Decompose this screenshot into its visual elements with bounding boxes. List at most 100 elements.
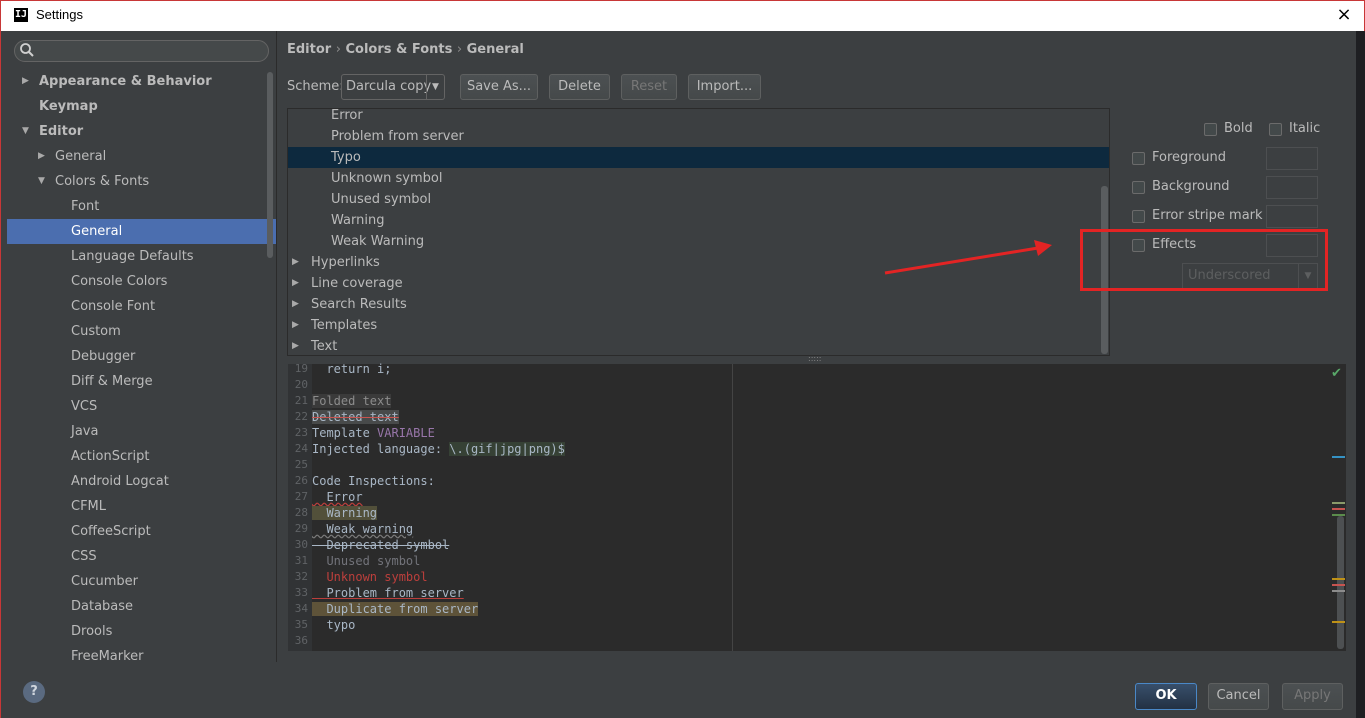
attribute-item[interactable]: ▶ Text: [288, 336, 1109, 355]
save-as-button[interactable]: Save As...: [460, 74, 538, 100]
sidebar-item[interactable]: Cucumber: [7, 569, 276, 594]
sidebar-item[interactable]: Language Defaults: [7, 244, 276, 269]
attribute-item[interactable]: Problem from server: [288, 126, 1109, 147]
sidebar-item[interactable]: Font: [7, 194, 276, 219]
sidebar-item-label: General: [71, 224, 123, 239]
code-line: Injected language: \.(gif|jpg|png)$: [312, 441, 565, 457]
background-label: Background: [1152, 179, 1230, 194]
foreground-color-swatch[interactable]: [1266, 147, 1318, 170]
sidebar-item[interactable]: ▼ Colors & Fonts: [7, 169, 276, 194]
expand-arrow-down-icon[interactable]: ▼: [22, 119, 29, 144]
sidebar-item[interactable]: CFML: [7, 494, 276, 519]
breadcrumb-colors-fonts: Colors & Fonts: [345, 42, 453, 57]
expand-arrow-right-icon[interactable]: ▶: [292, 273, 299, 294]
attribute-item[interactable]: Typo: [288, 147, 1109, 168]
apply-button[interactable]: Apply: [1282, 683, 1343, 710]
close-button[interactable]: ×: [1334, 5, 1354, 25]
stripe-mark[interactable]: [1332, 578, 1345, 580]
sidebar-item[interactable]: ▶ General: [7, 144, 276, 169]
sidebar-item-label: Debugger: [71, 349, 136, 364]
line-number: 20: [294, 378, 308, 391]
code-line: Problem from server: [312, 585, 463, 601]
code-line: Deprecated symbol: [312, 537, 449, 553]
sidebar-item-label: Console Colors: [71, 274, 168, 289]
sidebar-scrollbar[interactable]: [267, 72, 273, 258]
sidebar-item-label: Diff & Merge: [71, 374, 153, 389]
sidebar-item[interactable]: Keymap: [7, 94, 276, 119]
sidebar-item[interactable]: FreeMarker: [7, 644, 276, 662]
code-line: Code Inspections:: [312, 473, 435, 489]
stripe-mark[interactable]: [1332, 621, 1345, 623]
cancel-button[interactable]: Cancel: [1208, 683, 1269, 710]
attribute-item[interactable]: Unused symbol: [288, 189, 1109, 210]
sidebar-item[interactable]: Database: [7, 594, 276, 619]
sidebar-item[interactable]: ▼ Editor: [7, 119, 276, 144]
attribute-item[interactable]: Warning: [288, 210, 1109, 231]
sidebar-item[interactable]: ActionScript: [7, 444, 276, 469]
code-text: return i;: [312, 362, 392, 376]
annotation-highlight-box: [1080, 229, 1328, 291]
error-stripe-color-swatch[interactable]: [1266, 205, 1318, 228]
line-number: 30: [294, 538, 308, 551]
sidebar-item[interactable]: Android Logcat: [7, 469, 276, 494]
attribute-item[interactable]: Unknown symbol: [288, 168, 1109, 189]
error-stripe-checkbox[interactable]: [1132, 210, 1145, 223]
expand-arrow-down-icon[interactable]: ▼: [38, 169, 45, 194]
sidebar-item[interactable]: VCS: [7, 394, 276, 419]
sidebar-item-label: VCS: [71, 399, 98, 414]
stripe-mark[interactable]: [1332, 456, 1345, 458]
window-frame-left: [0, 31, 7, 718]
expand-arrow-right-icon[interactable]: ▶: [292, 315, 299, 336]
stripe-mark[interactable]: [1332, 502, 1345, 504]
sidebar-item[interactable]: Diff & Merge: [7, 369, 276, 394]
sidebar-item[interactable]: Java: [7, 419, 276, 444]
background-checkbox[interactable]: [1132, 181, 1145, 194]
sidebar-item[interactable]: CSS: [7, 544, 276, 569]
expand-arrow-right-icon[interactable]: ▶: [292, 294, 299, 315]
sidebar-item[interactable]: Console Font: [7, 294, 276, 319]
preview-scrollbar[interactable]: [1337, 516, 1344, 649]
expand-arrow-right-icon[interactable]: ▶: [22, 69, 29, 94]
attribute-item[interactable]: Error: [288, 109, 1109, 126]
background-color-swatch[interactable]: [1266, 176, 1318, 199]
stripe-mark[interactable]: [1332, 584, 1345, 586]
code-text: Code Inspections:: [312, 474, 435, 488]
attribute-item[interactable]: ▶ Templates: [288, 315, 1109, 336]
code-line: Duplicate from server: [312, 601, 479, 617]
import-button[interactable]: Import...: [688, 74, 761, 100]
attribute-item-label: Typo: [331, 150, 361, 165]
line-number: 35: [294, 618, 308, 631]
line-number: 25: [294, 458, 308, 471]
expand-arrow-right-icon[interactable]: ▶: [292, 336, 299, 355]
bold-checkbox[interactable]: [1204, 123, 1217, 136]
foreground-checkbox[interactable]: [1132, 152, 1145, 165]
sidebar-item[interactable]: Console Colors: [7, 269, 276, 294]
sidebar-item[interactable]: Drools: [7, 619, 276, 644]
italic-checkbox[interactable]: [1269, 123, 1282, 136]
stripe-mark[interactable]: [1332, 508, 1345, 510]
sidebar-item-label: Colors & Fonts: [55, 174, 150, 189]
chevron-down-icon[interactable]: ▼: [426, 75, 444, 99]
sidebar-item-label: Java: [71, 424, 99, 439]
sidebar-item[interactable]: Debugger: [7, 344, 276, 369]
sidebar-item[interactable]: ▶ Appearance & Behavior: [7, 69, 276, 94]
stripe-mark[interactable]: [1332, 590, 1345, 592]
ok-button[interactable]: OK: [1135, 683, 1197, 710]
delete-button[interactable]: Delete: [549, 74, 610, 100]
line-number: 34: [294, 602, 308, 615]
window-frame-right: [1356, 31, 1365, 718]
injected-language: \.(gif|jpg|png)$: [449, 442, 565, 456]
expand-arrow-right-icon[interactable]: ▶: [292, 252, 299, 273]
attribute-item[interactable]: ▶ Search Results: [288, 294, 1109, 315]
reset-button[interactable]: Reset: [621, 74, 677, 100]
help-button[interactable]: ?: [23, 681, 45, 703]
sidebar-item[interactable]: CoffeeScript: [7, 519, 276, 544]
preview-code: 19 return i; 20 21 Folded text 22 Deleted tex…: [288, 361, 1328, 651]
sidebar-item-label: Drools: [71, 624, 113, 639]
sidebar-item-label: Console Font: [71, 299, 156, 314]
sidebar-item[interactable]: Custom: [7, 319, 276, 344]
sidebar-item[interactable]: General: [7, 219, 276, 244]
stripe-mark[interactable]: [1332, 514, 1345, 516]
expand-arrow-right-icon[interactable]: ▶: [38, 144, 45, 169]
search-input[interactable]: [14, 40, 269, 62]
